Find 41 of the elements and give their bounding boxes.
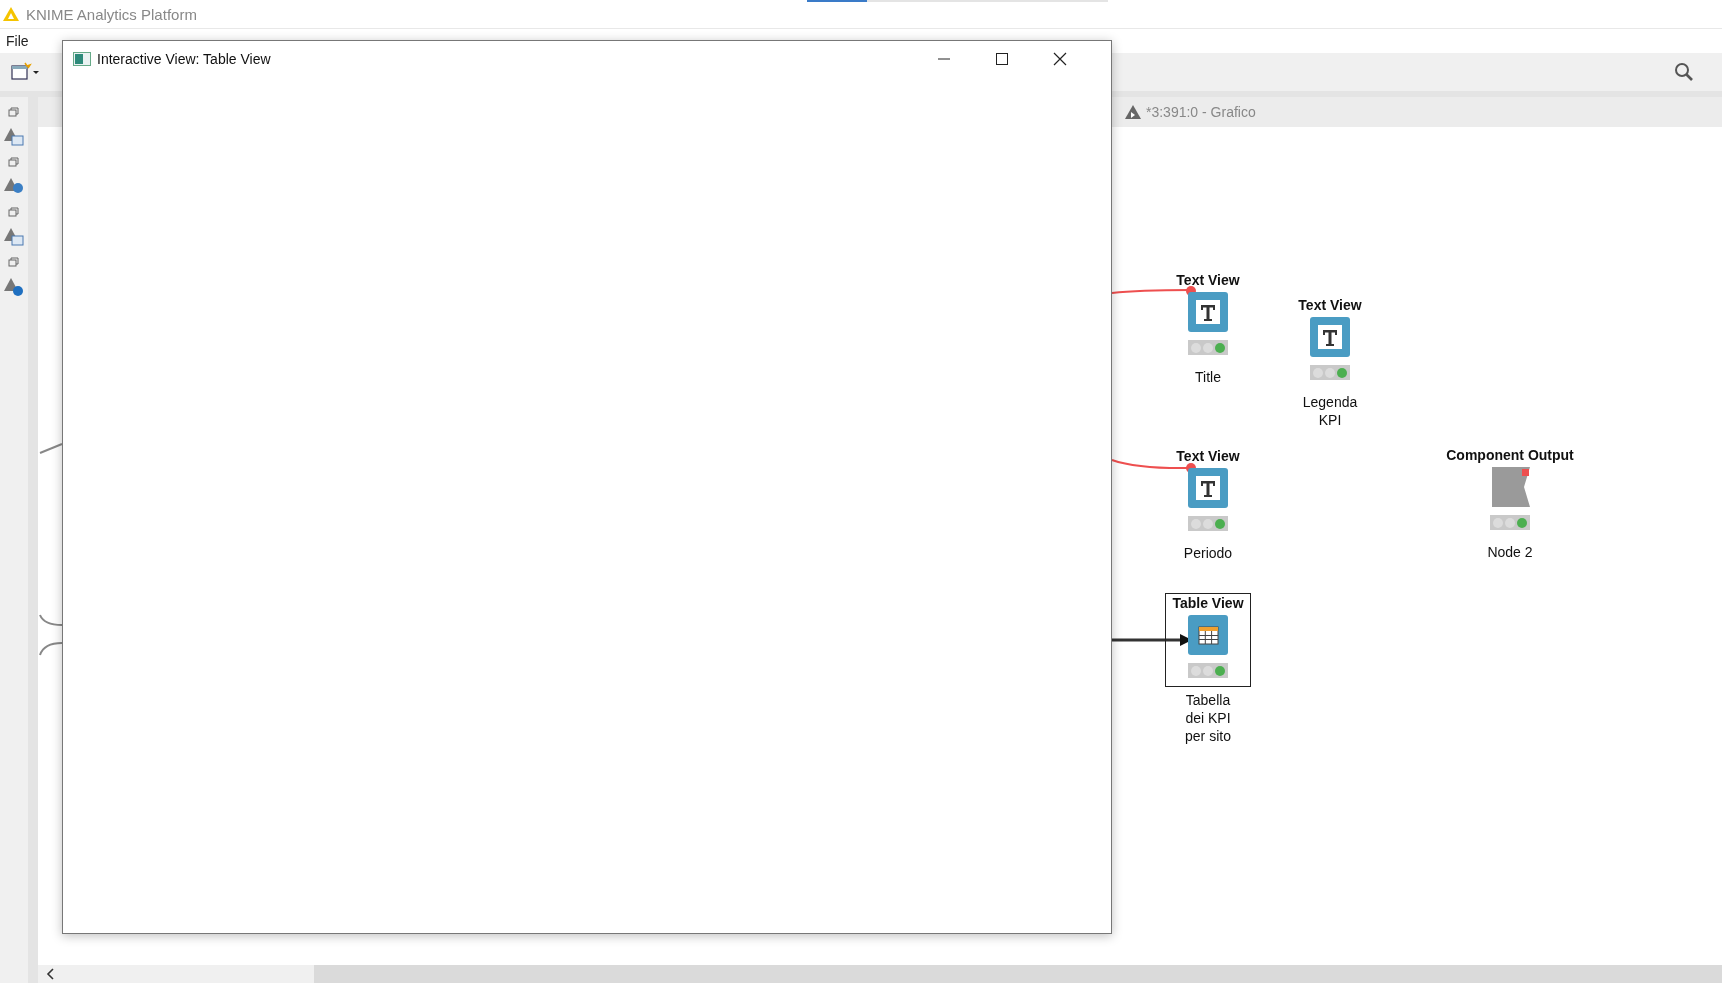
node-frame[interactable]: Table View bbox=[1165, 593, 1251, 687]
text-node-icon[interactable] bbox=[1188, 468, 1228, 508]
workflow-icon bbox=[1124, 104, 1142, 120]
connection-line bbox=[39, 443, 63, 454]
node-name: Title bbox=[1195, 368, 1221, 386]
node-type-label: Text View bbox=[1298, 297, 1362, 313]
node-frame[interactable]: Text View bbox=[1287, 295, 1373, 389]
node-name: Periodo bbox=[1183, 544, 1233, 562]
connection-line bbox=[39, 642, 63, 656]
dialog-title: Interactive View: Table View bbox=[97, 51, 271, 67]
node-frame[interactable]: Text View bbox=[1165, 446, 1251, 540]
view-icon[interactable] bbox=[3, 277, 25, 297]
app-title: KNIME Analytics Platform bbox=[26, 5, 197, 23]
text-node-icon[interactable] bbox=[1188, 292, 1228, 332]
table-node-icon[interactable] bbox=[1188, 615, 1228, 655]
search-icon[interactable] bbox=[1674, 62, 1694, 82]
text-node-icon[interactable] bbox=[1310, 317, 1350, 357]
scrollbar-thumb[interactable] bbox=[314, 965, 1722, 983]
view-icon[interactable] bbox=[3, 127, 25, 147]
node-name: Legenda KPI bbox=[1302, 393, 1358, 429]
node-type-label: Table View bbox=[1172, 595, 1244, 611]
scroll-left-icon[interactable] bbox=[46, 968, 56, 980]
restore-icon[interactable] bbox=[8, 257, 20, 267]
menu-item[interactable]: File bbox=[6, 33, 29, 49]
node-name: Node 2 bbox=[1487, 543, 1533, 561]
close-icon[interactable] bbox=[1053, 52, 1067, 66]
node-type-label: Text View bbox=[1176, 272, 1240, 288]
node-name: Tabella dei KPI per sito bbox=[1185, 691, 1231, 745]
maximize-icon[interactable] bbox=[995, 52, 1009, 66]
view-icon[interactable] bbox=[3, 227, 25, 247]
connection-line bbox=[39, 614, 63, 626]
window-icon bbox=[73, 52, 91, 66]
new-workflow-icon[interactable] bbox=[10, 62, 40, 82]
node-type-label: Text View bbox=[1176, 448, 1240, 464]
node-frame[interactable]: Component Output bbox=[1443, 445, 1577, 539]
restore-icon[interactable] bbox=[8, 207, 20, 217]
restore-icon[interactable] bbox=[8, 107, 20, 117]
node-type-label: Component Output bbox=[1446, 447, 1574, 463]
output-node-icon[interactable] bbox=[1490, 467, 1530, 507]
node-frame[interactable]: Text View bbox=[1165, 270, 1251, 364]
restore-icon[interactable] bbox=[8, 157, 20, 167]
